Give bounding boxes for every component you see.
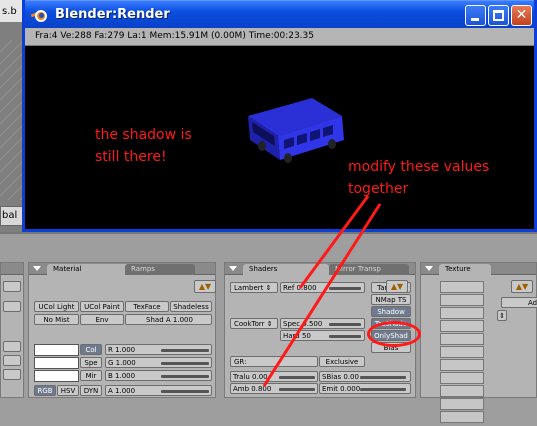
specular-shader-dropdown[interactable]: CookTorr ⇕ [230, 318, 278, 329]
texture-slot[interactable] [440, 385, 484, 397]
tab-texture[interactable]: Texture [439, 264, 491, 275]
rgb-button[interactable]: RGB [34, 385, 56, 396]
maximize-button[interactable] [488, 5, 509, 26]
nmap-ts-button[interactable]: NMap TS [371, 294, 411, 305]
texture-slot[interactable] [440, 320, 484, 332]
a-value: A 1.000 [108, 387, 136, 395]
color-swatch-spe[interactable] [34, 357, 79, 369]
ucol-paint-button[interactable]: UCol Paint [80, 301, 124, 312]
buttons-window: Material Ramps UCol Light UCol Paint Tex… [0, 232, 537, 426]
r-slider[interactable]: R 1.000 [105, 344, 212, 355]
background-side-button[interactable]: bal [0, 206, 24, 226]
minimize-button[interactable] [465, 5, 486, 26]
texture-slot[interactable] [440, 411, 484, 423]
g-value: G 1.000 [108, 359, 136, 367]
env-button[interactable]: Env [80, 314, 124, 325]
annotation-shadow-note: the shadow is still there! [95, 127, 192, 165]
arrow-up-down-icon[interactable]: ▲▼ [386, 280, 408, 293]
window-title: Blender:Render [55, 7, 170, 22]
partial-button[interactable] [3, 369, 21, 380]
collapse-arrow-icon[interactable] [33, 266, 41, 271]
tab-ramps[interactable]: Ramps [125, 264, 195, 275]
spe-button[interactable]: Spe [80, 357, 102, 368]
material-panel: Material Ramps UCol Light UCol Paint Tex… [28, 262, 216, 398]
shadow-button[interactable]: Shadow [371, 306, 411, 317]
close-icon: ✕ [515, 7, 528, 23]
tab-shaders[interactable]: Shaders [243, 264, 329, 275]
exclusive-button[interactable]: Exclusive [319, 356, 365, 367]
annotation-circle [367, 321, 421, 347]
ucol-light-button[interactable]: UCol Light [34, 301, 79, 312]
maximize-icon [493, 10, 504, 21]
tralu-slider[interactable]: Tralu 0.00 [230, 371, 318, 382]
viewport-grid [0, 40, 24, 200]
title-bar[interactable]: Blender:Render ✕ [25, 0, 534, 28]
texture-slot[interactable] [440, 398, 484, 410]
collapse-arrow-icon[interactable] [229, 266, 237, 271]
color-swatch-mir[interactable] [34, 370, 79, 382]
left-partial-panel [0, 262, 24, 398]
texture-arrow-icon[interactable]: ⇕ [497, 310, 507, 321]
texture-slot[interactable] [440, 359, 484, 371]
background-viewport [0, 0, 24, 232]
texture-slot[interactable] [440, 372, 484, 384]
no-mist-button[interactable]: No Mist [34, 314, 79, 325]
shad-a-field[interactable]: Shad A 1.000 [125, 314, 212, 325]
g-slider[interactable]: G 1.000 [105, 357, 212, 368]
partial-button[interactable] [3, 301, 21, 312]
hsv-button[interactable]: HSV [57, 385, 79, 396]
tab-mirror-transp[interactable]: Mirror Transp [329, 264, 409, 275]
color-swatch-col[interactable] [34, 344, 79, 356]
diffuse-shader-dropdown[interactable]: Lambert ⇕ [230, 282, 278, 293]
b-value: B 1.000 [108, 372, 136, 380]
spec-slider[interactable]: Spec 0.500 [280, 318, 365, 329]
add-texture-button[interactable]: Ad [501, 297, 537, 308]
texture-slot[interactable] [440, 281, 484, 293]
bus-render-image [248, 98, 344, 163]
b-slider[interactable]: B 1.000 [105, 370, 212, 381]
col-button[interactable]: Col [80, 344, 102, 355]
ref-slider[interactable]: Ref 0.800 [280, 282, 365, 293]
close-button[interactable]: ✕ [511, 5, 532, 26]
minimize-icon [471, 18, 479, 21]
arrow-up-down-icon[interactable]: ▲▼ [511, 280, 533, 293]
collapse-arrow-icon[interactable] [425, 266, 433, 271]
emit-slider[interactable]: Emit 0.000 [319, 383, 411, 394]
mir-button[interactable]: Mir [80, 370, 102, 381]
texture-slot[interactable] [440, 294, 484, 306]
a-slider[interactable]: A 1.000 [105, 385, 212, 396]
r-value: R 1.000 [108, 346, 136, 354]
texture-slot[interactable] [440, 346, 484, 358]
blender-logo-icon [30, 7, 49, 23]
texture-slot[interactable] [440, 307, 484, 319]
annotation-modify-note: modify these values together [348, 159, 490, 197]
texture-slot[interactable] [440, 333, 484, 345]
background-window-tab[interactable]: s.b [0, 0, 24, 22]
texface-button[interactable]: TexFace [125, 301, 169, 312]
hard-slider[interactable]: Hard 50 [280, 330, 365, 341]
partial-button[interactable] [3, 341, 21, 352]
partial-button[interactable] [3, 281, 21, 292]
shadeless-button[interactable]: Shadeless [170, 301, 212, 312]
sbias-slider[interactable]: SBias 0.00 [319, 371, 411, 382]
render-info-bar: Fra:4 Ve:288 Fa:279 La:1 Mem:15.91M (0.0… [25, 28, 534, 46]
arrow-up-down-icon[interactable]: ▲▼ [194, 280, 216, 293]
amb-slider[interactable]: Amb 0.800 [230, 383, 318, 394]
gr-field[interactable]: GR: [230, 356, 318, 367]
dyn-button[interactable]: DYN [80, 385, 102, 396]
partial-button[interactable] [3, 355, 21, 366]
